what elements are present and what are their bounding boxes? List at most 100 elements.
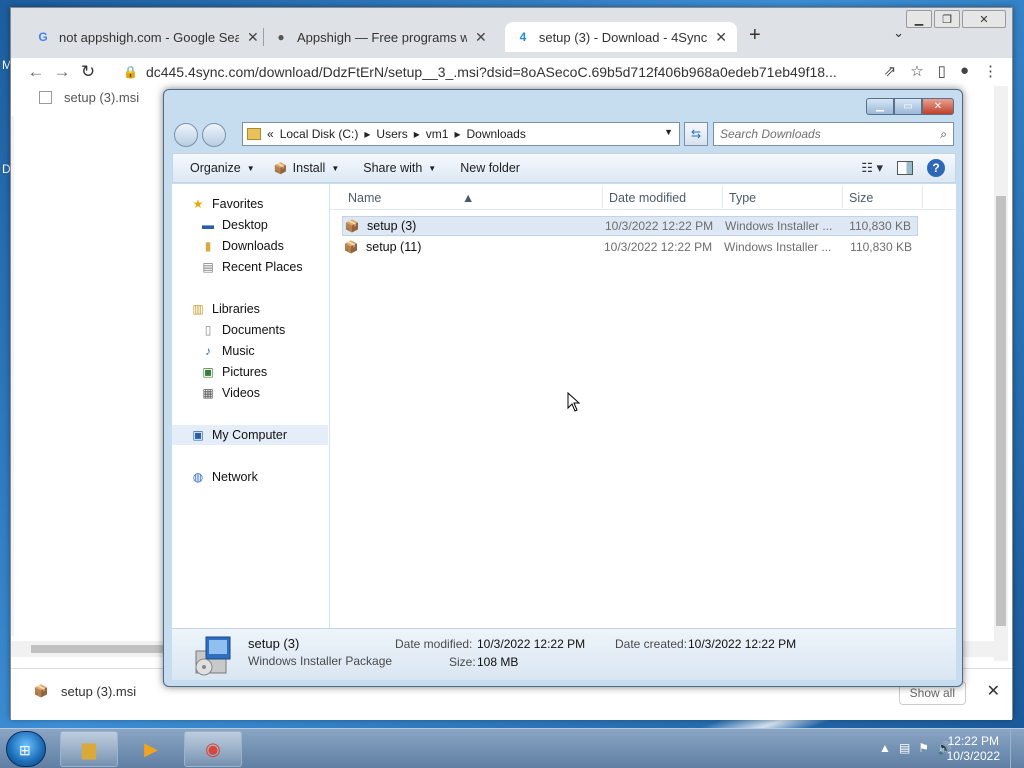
bookmark-star-icon[interactable]: ☆ <box>910 62 923 80</box>
details-date-created-value: 10/3/2022 12:22 PM <box>688 637 797 651</box>
column-type[interactable]: Type <box>729 191 756 205</box>
minimize-button[interactable]: ▁ <box>906 10 932 28</box>
breadcrumb-separator[interactable]: ▸ <box>414 127 420 141</box>
tab-search-chevron-icon[interactable]: ⌄ <box>893 25 904 41</box>
url-text[interactable]: dc445.4sync.com/download/DdzFtErN/setup_… <box>146 64 837 80</box>
close-tab-icon[interactable]: ✕ <box>475 29 487 46</box>
address-bar[interactable]: 🔒 dc445.4sync.com/download/DdzFtErN/setu… <box>123 60 843 84</box>
lock-icon: 🔒 <box>123 65 138 79</box>
nav-recent-places[interactable]: ▤ Recent Places <box>200 257 303 277</box>
start-button[interactable]: ⊞ <box>6 731 46 767</box>
download-item[interactable]: 📦 setup (3).msi <box>33 683 137 699</box>
google-icon: G <box>38 30 48 44</box>
back-arrow-icon[interactable]: ← <box>23 62 49 82</box>
nav-label: Network <box>212 470 258 484</box>
nav-libraries[interactable]: ▥ Libraries <box>190 299 260 319</box>
nav-network[interactable]: ◍ Network <box>190 467 258 487</box>
new-folder-button[interactable]: New folder <box>451 161 529 175</box>
column-date-modified[interactable]: Date modified <box>609 191 686 205</box>
column-separator[interactable] <box>722 186 723 208</box>
toolbar-actions: ⇗ ☆ ▯ ● ⋮ <box>884 62 998 80</box>
breadcrumb-separator[interactable]: ▸ <box>454 127 460 141</box>
nav-label: Desktop <box>222 218 268 232</box>
installer-package-large-icon <box>195 636 231 676</box>
close-window-button[interactable]: ✕ <box>962 10 1006 28</box>
nav-documents[interactable]: ▯ Documents <box>200 320 286 340</box>
nav-label: Libraries <box>212 302 260 316</box>
forward-arrow-icon[interactable]: → <box>49 62 75 82</box>
nav-my-computer[interactable]: ▣ My Computer <box>172 425 328 445</box>
taskbar-media-player-button[interactable]: ▶ <box>122 731 180 767</box>
forward-button[interactable] <box>202 123 226 147</box>
reload-icon[interactable]: ↻ <box>75 62 101 82</box>
nav-label: Recent Places <box>222 260 303 274</box>
nav-music[interactable]: ♪ Music <box>200 341 255 361</box>
nav-label: Videos <box>222 386 260 400</box>
tab-google-search[interactable]: G not appshigh.com - Google Sear ✕ <box>25 22 269 52</box>
breadcrumb-separator[interactable]: ▸ <box>364 127 370 141</box>
nav-videos[interactable]: ▦ Videos <box>200 383 260 403</box>
change-view-icon[interactable]: ☷ ▾ <box>861 160 883 176</box>
nav-downloads[interactable]: ▮ Downloads <box>200 236 284 256</box>
file-row-setup-3[interactable]: 📦 setup (3) 10/3/2022 12:22 PM Windows I… <box>342 216 918 236</box>
tab-4sync-download[interactable]: 4 setup (3) - Download - 4Sync - x ✕ <box>505 22 737 52</box>
show-hidden-icons-icon[interactable]: ▲ <box>879 741 891 755</box>
file-date: 10/3/2022 12:22 PM <box>604 240 713 254</box>
media-player-icon: ▶ <box>144 738 158 759</box>
back-button[interactable] <box>174 123 198 147</box>
nav-favorites[interactable]: ★ Favorites <box>190 194 264 214</box>
share-icon[interactable]: ⇗ <box>884 62 897 80</box>
close-tab-icon[interactable]: ✕ <box>715 29 727 46</box>
nav-pictures[interactable]: ▣ Pictures <box>200 362 267 382</box>
chrome-icon: ◉ <box>205 738 221 759</box>
install-button[interactable]: 📦 Install ▼ <box>264 160 349 176</box>
file-row-setup-11[interactable]: 📦 setup (11) 10/3/2022 12:22 PM Windows … <box>342 237 918 257</box>
details-file-type: Windows Installer Package <box>248 654 393 668</box>
network-tray-icon[interactable]: ▤ <box>899 741 910 755</box>
column-separator[interactable] <box>842 186 843 208</box>
nav-desktop[interactable]: ▬ Desktop <box>200 215 268 235</box>
close-download-shelf-icon[interactable]: ✕ <box>987 681 1000 701</box>
restore-button[interactable]: ❐ <box>934 10 960 28</box>
new-tab-plus-icon[interactable]: + <box>749 24 761 47</box>
page-vertical-scrollbar[interactable] <box>994 86 1008 661</box>
menu-kebab-icon[interactable]: ⋮ <box>983 62 998 80</box>
search-icon[interactable]: ⌕ <box>940 127 947 142</box>
column-size[interactable]: Size <box>849 191 873 205</box>
help-icon[interactable]: ? <box>927 159 945 177</box>
network-icon: ◍ <box>192 470 204 484</box>
explorer-close-button[interactable]: ✕ <box>922 98 954 115</box>
profile-avatar-icon[interactable]: ● <box>960 62 969 80</box>
address-dropdown-icon[interactable]: ▼ <box>664 127 673 137</box>
search-downloads-input[interactable]: Search Downloads ⌕ <box>713 122 954 146</box>
column-separator[interactable] <box>922 186 923 208</box>
clock[interactable]: 12:22 PM 10/3/2022 <box>947 734 1000 764</box>
breadcrumb-vm1[interactable]: vm1 <box>426 127 449 141</box>
taskbar-chrome-button[interactable]: ◉ <box>184 731 242 767</box>
action-center-icon[interactable]: ⚑ <box>918 741 929 755</box>
side-panel-icon[interactable]: ▯ <box>938 62 946 80</box>
organize-button[interactable]: Organize ▼ <box>181 161 264 175</box>
column-name[interactable]: Name <box>348 191 381 205</box>
column-separator[interactable] <box>602 186 603 208</box>
breadcrumb-overflow[interactable]: « <box>267 127 274 141</box>
breadcrumb-downloads[interactable]: Downloads <box>466 127 525 141</box>
share-with-button[interactable]: Share with ▼ <box>354 161 445 175</box>
breadcrumb-users[interactable]: Users <box>376 127 407 141</box>
tab-appshigh[interactable]: ● Appshigh — Free programs with ✕ <box>263 22 497 52</box>
show-desktop-button[interactable] <box>1010 729 1024 768</box>
system-tray: ▲ ▤ ⚑ 🔊 <box>879 741 952 755</box>
taskbar-explorer-button[interactable]: ▆ <box>60 731 118 767</box>
explorer-maximize-button[interactable]: ▭ <box>894 98 922 115</box>
explorer-address-bar[interactable]: « Local Disk (C:) ▸ Users ▸ vm1 ▸ Downlo… <box>242 122 680 146</box>
file-date: 10/3/2022 12:22 PM <box>605 219 714 233</box>
refresh-icon[interactable]: ⇆ <box>684 122 708 146</box>
file-checkbox[interactable] <box>39 91 52 104</box>
preview-pane-icon[interactable] <box>897 161 913 175</box>
breadcrumb-local-disk[interactable]: Local Disk (C:) <box>280 127 359 141</box>
details-date-created-label: Date created: <box>615 637 688 651</box>
scroll-thumb[interactable] <box>996 196 1006 626</box>
close-tab-icon[interactable]: ✕ <box>247 29 259 46</box>
explorer-minimize-button[interactable]: ▁ <box>866 98 894 115</box>
file-type: Windows Installer ... <box>724 240 832 254</box>
